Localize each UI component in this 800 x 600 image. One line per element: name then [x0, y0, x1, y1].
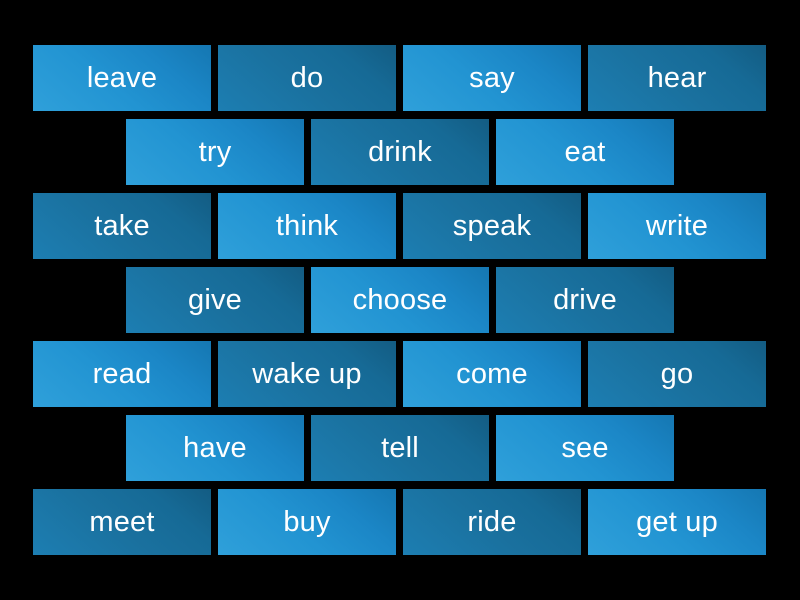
word-tile[interactable]: wake up — [218, 341, 396, 407]
word-tile[interactable]: do — [218, 45, 396, 111]
word-tile[interactable]: choose — [311, 267, 489, 333]
tile-row: take think speak write — [33, 193, 766, 259]
word-tile[interactable]: drink — [311, 119, 489, 185]
word-tile[interactable]: give — [126, 267, 304, 333]
tile-row: meet buy ride get up — [33, 489, 766, 555]
word-tile[interactable]: hear — [588, 45, 766, 111]
word-tile[interactable]: come — [403, 341, 581, 407]
word-tile[interactable]: take — [33, 193, 211, 259]
word-tile[interactable]: get up — [588, 489, 766, 555]
word-tile[interactable]: think — [218, 193, 396, 259]
word-tile[interactable]: have — [126, 415, 304, 481]
word-tile[interactable]: ride — [403, 489, 581, 555]
word-tile[interactable]: say — [403, 45, 581, 111]
tile-row: leave do say hear — [33, 45, 766, 111]
tile-row: give choose drive — [126, 267, 674, 333]
word-tile[interactable]: try — [126, 119, 304, 185]
word-tile[interactable]: eat — [496, 119, 674, 185]
word-tile[interactable]: meet — [33, 489, 211, 555]
tile-row: try drink eat — [126, 119, 674, 185]
tile-row: read wake up come go — [33, 341, 766, 407]
word-tile[interactable]: leave — [33, 45, 211, 111]
word-tile[interactable]: read — [33, 341, 211, 407]
word-tile[interactable]: buy — [218, 489, 396, 555]
word-tile[interactable]: write — [588, 193, 766, 259]
word-tile-board: leave do say hear try drink eat take think speak w… — [0, 0, 800, 600]
word-tile[interactable]: see — [496, 415, 674, 481]
word-tile[interactable]: tell — [311, 415, 489, 481]
tile-row: have tell see — [126, 415, 674, 481]
word-tile[interactable]: go — [588, 341, 766, 407]
word-tile[interactable]: speak — [403, 193, 581, 259]
word-tile[interactable]: drive — [496, 267, 674, 333]
